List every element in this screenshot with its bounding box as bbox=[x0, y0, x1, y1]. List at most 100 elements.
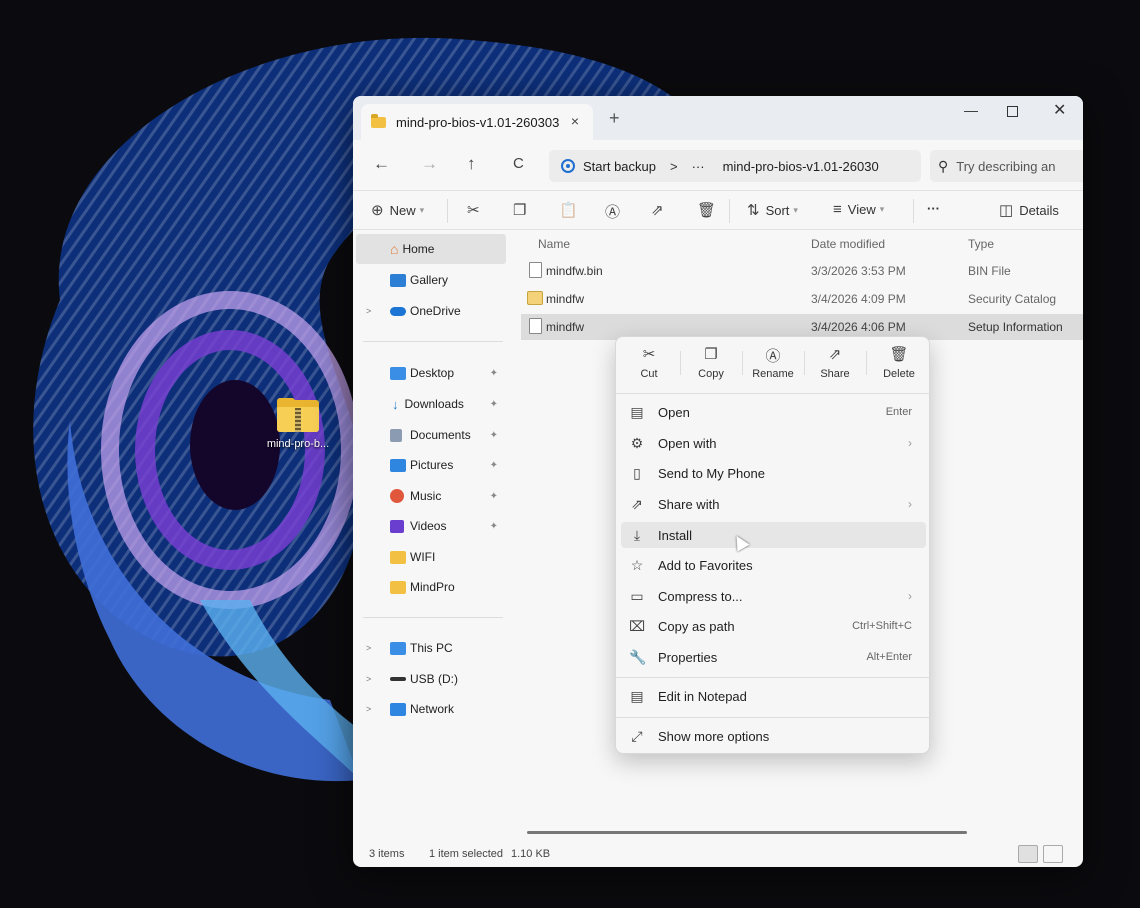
backup-sync-icon bbox=[561, 159, 575, 173]
sidebar-item-downloads[interactable]: ↓ Downloads ✦ bbox=[356, 389, 506, 419]
delete-button[interactable]: 🗑 bbox=[697, 201, 722, 219]
maximize-button[interactable] bbox=[1007, 106, 1018, 117]
menu-item-install[interactable]: ⤓ Install bbox=[621, 522, 926, 548]
sidebar-item-videos[interactable]: Videos ✦ bbox=[356, 511, 506, 541]
forward-arrow-icon[interactable]: → bbox=[421, 154, 438, 174]
column-header-name[interactable]: Name bbox=[538, 237, 570, 251]
menu-item-share-with[interactable]: ⇗ Share with › bbox=[621, 491, 926, 517]
desktop-icon bbox=[390, 366, 406, 380]
rename-button[interactable]: Ⓐ Rename bbox=[744, 345, 802, 380]
sidebar-item-wifi[interactable]: WIFI bbox=[356, 542, 506, 572]
table-row[interactable]: mindfw.bin 3/3/2026 3:53 PM BIN File bbox=[521, 258, 1083, 284]
expand-icon: ⤢ bbox=[631, 727, 643, 744]
view-lines-icon: ≡ bbox=[833, 201, 842, 218]
cloud-icon bbox=[390, 306, 406, 316]
context-menu: ✂ Cut ❐ Copy Ⓐ Rename ⇗ Share 🗑 Delete ▤… bbox=[615, 336, 931, 754]
archive-icon: ▭ bbox=[630, 587, 644, 604]
paste-button[interactable]: 📋 bbox=[559, 201, 584, 219]
sidebar-item-documents[interactable]: Documents ✦ bbox=[356, 420, 506, 450]
sidebar-item-pictures[interactable]: Pictures ✦ bbox=[356, 450, 506, 480]
menu-item-open-with[interactable]: ⚙ Open with › bbox=[621, 430, 926, 456]
computer-icon bbox=[390, 641, 406, 655]
copy-icon: ❐ bbox=[704, 346, 718, 363]
chevron-right-icon: › bbox=[908, 497, 912, 511]
copy-button[interactable]: ❐ Copy bbox=[682, 345, 740, 380]
sidebar-item-music[interactable]: Music ✦ bbox=[356, 481, 506, 511]
folder-icon bbox=[390, 550, 406, 564]
sidebar-item-onedrive[interactable]: > OneDrive bbox=[356, 296, 506, 326]
close-button[interactable]: ✕ bbox=[1053, 100, 1066, 120]
horizontal-scrollbar[interactable] bbox=[527, 831, 967, 834]
cut-label: Cut bbox=[640, 368, 658, 380]
delete-button[interactable]: 🗑 Delete bbox=[870, 345, 928, 380]
sort-icon: ⇅ bbox=[747, 202, 760, 219]
sidebar-item-mindpro[interactable]: MindPro bbox=[356, 572, 506, 602]
menu-item-open[interactable]: ▤ Open Enter bbox=[621, 399, 926, 425]
minimize-button[interactable]: — bbox=[964, 102, 978, 118]
share-button[interactable]: ⇗ Share bbox=[806, 345, 864, 380]
up-arrow-icon[interactable]: ↑ bbox=[467, 154, 476, 174]
view-button[interactable]: ≡ View ▾ bbox=[833, 201, 884, 218]
tab-current-folder[interactable]: mind-pro-bios-v1.01-260303 × bbox=[361, 104, 593, 140]
menu-item-add-to-favorites[interactable]: ☆ Add to Favorites bbox=[621, 552, 926, 578]
phone-icon: ▯ bbox=[633, 464, 641, 481]
sidebar-item-network[interactable]: > Network bbox=[356, 694, 506, 724]
zip-folder-icon bbox=[277, 398, 319, 432]
menu-item-label: Show more options bbox=[658, 728, 770, 744]
more-options-button[interactable]: ··· bbox=[927, 201, 940, 216]
sidebar-item-gallery[interactable]: Gallery bbox=[356, 265, 506, 295]
cut-button[interactable]: ✂ Cut bbox=[620, 345, 678, 380]
menu-item-label: Install bbox=[658, 527, 692, 543]
new-tab-button[interactable]: + bbox=[609, 108, 620, 129]
gallery-icon bbox=[390, 273, 406, 287]
menu-item-properties[interactable]: 🔧 Properties Alt+Enter bbox=[621, 644, 926, 670]
desktop-zip-folder[interactable]: mind-pro-b... bbox=[258, 398, 338, 450]
breadcrumb-ellipsis[interactable]: ··· bbox=[692, 159, 705, 174]
search-box[interactable]: ⚲ Try describing an bbox=[930, 150, 1083, 182]
navigation-bar: ← → ↑ C Start backup > ··· mind-pro-bios… bbox=[353, 140, 1083, 190]
table-row[interactable]: mindfw 3/4/2026 4:09 PM Security Catalog bbox=[521, 286, 1083, 312]
setup-information-icon bbox=[529, 318, 542, 334]
new-button[interactable]: ⊕ New ▾ bbox=[371, 201, 424, 219]
search-placeholder: Try describing an bbox=[956, 158, 1056, 174]
chevron-down-icon: ▾ bbox=[419, 204, 425, 215]
sidebar-item-this-pc[interactable]: > This PC bbox=[356, 633, 506, 663]
menu-item-edit-in-notepad[interactable]: ▤ Edit in Notepad bbox=[621, 683, 926, 709]
chevron-right-icon: > bbox=[366, 306, 372, 316]
sidebar-item-usb[interactable]: > USB (D:) bbox=[356, 664, 506, 694]
cut-button[interactable]: ✂ bbox=[467, 201, 486, 219]
share-button[interactable]: ⇗ bbox=[651, 201, 670, 219]
breadcrumb-current[interactable]: mind-pro-bios-v1.01-26030 bbox=[723, 159, 879, 174]
details-label: Details bbox=[1019, 202, 1059, 218]
sidebar-item-label: Pictures bbox=[410, 458, 454, 472]
tab-title: mind-pro-bios-v1.01-260303 bbox=[396, 114, 560, 130]
menu-item-show-more-options[interactable]: ⤢ Show more options bbox=[621, 723, 926, 749]
usb-drive-icon bbox=[390, 677, 406, 681]
rename-label: Rename bbox=[752, 368, 794, 380]
menu-item-send-to-phone[interactable]: ▯ Send to My Phone bbox=[621, 460, 926, 486]
details-pane-button[interactable]: ◫ Details bbox=[999, 201, 1059, 219]
menu-item-compress-to[interactable]: ▭ Compress to... › bbox=[621, 583, 926, 609]
selection-size: 1.10 KB bbox=[511, 848, 551, 860]
column-header-date[interactable]: Date modified bbox=[811, 237, 885, 251]
tab-close-icon[interactable]: × bbox=[571, 113, 579, 129]
sidebar-item-home[interactable]: ⌂ Home bbox=[356, 234, 506, 264]
folder-icon bbox=[390, 580, 406, 594]
music-icon bbox=[390, 489, 404, 503]
column-header-type[interactable]: Type bbox=[968, 237, 994, 251]
copy-button[interactable]: ❐ bbox=[513, 201, 532, 219]
copy-label: Copy bbox=[698, 368, 724, 380]
details-view-button[interactable] bbox=[1018, 845, 1038, 863]
tiles-view-button[interactable] bbox=[1043, 845, 1063, 863]
refresh-icon[interactable]: C bbox=[513, 155, 524, 172]
address-bar[interactable]: Start backup > ··· mind-pro-bios-v1.01-2… bbox=[549, 150, 921, 182]
menu-item-copy-as-path[interactable]: ⌧ Copy as path Ctrl+Shift+C bbox=[621, 613, 926, 639]
chevron-right-icon: › bbox=[908, 589, 912, 603]
back-arrow-icon[interactable]: ← bbox=[373, 154, 390, 174]
rename-button[interactable]: Ⓐ bbox=[605, 201, 626, 222]
sidebar-item-desktop[interactable]: Desktop ✦ bbox=[356, 358, 506, 388]
menu-item-label: Properties bbox=[658, 649, 718, 665]
pin-icon: ✦ bbox=[489, 459, 498, 471]
breadcrumb-root[interactable]: Start backup bbox=[583, 159, 656, 174]
sort-button[interactable]: ⇅ Sort ▾ bbox=[747, 201, 798, 219]
